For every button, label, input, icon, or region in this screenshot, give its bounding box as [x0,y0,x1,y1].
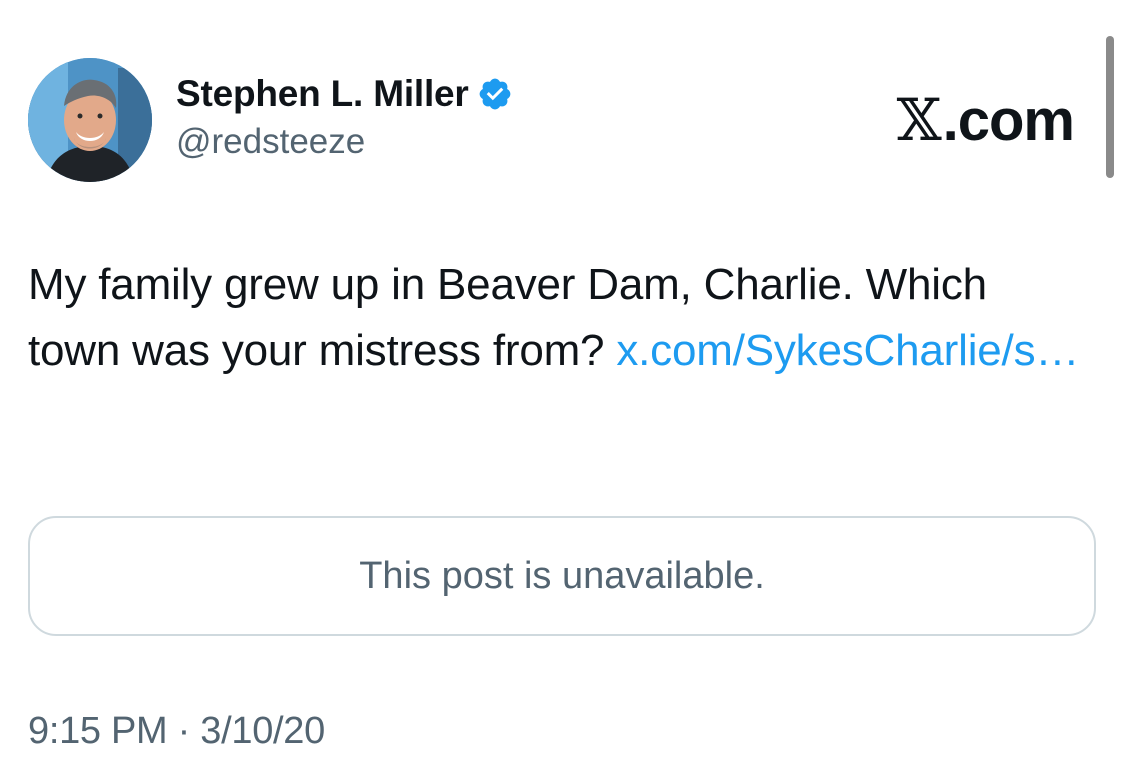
timestamp[interactable]: 9:15 PM · 3/10/20 [28,710,325,753]
scrollbar[interactable] [1106,36,1114,178]
brand-domain: .com [942,87,1075,153]
quoted-post-card[interactable]: This post is unavailable. [28,516,1096,636]
author-block: Stephen L. Miller @redsteeze [176,70,513,162]
tweet-body: My family grew up in Beaver Dam, Charlie… [28,252,1088,384]
tweet-link[interactable]: x.com/​SykesCharlie/s… [616,326,1079,375]
tweet-header: Stephen L. Miller @redsteeze 𝕏 .com [28,58,1088,182]
name-row: Stephen L. Miller [176,70,513,118]
x-com-logo: 𝕏 .com [896,86,1075,154]
handle[interactable]: @redsteeze [176,122,513,162]
verified-badge-icon[interactable] [477,76,513,112]
unavailable-message: This post is unavailable. [359,554,765,597]
x-logo-icon: 𝕏 [896,86,942,154]
avatar-photo [28,58,152,182]
avatar[interactable] [28,58,152,182]
display-name[interactable]: Stephen L. Miller [176,73,469,115]
